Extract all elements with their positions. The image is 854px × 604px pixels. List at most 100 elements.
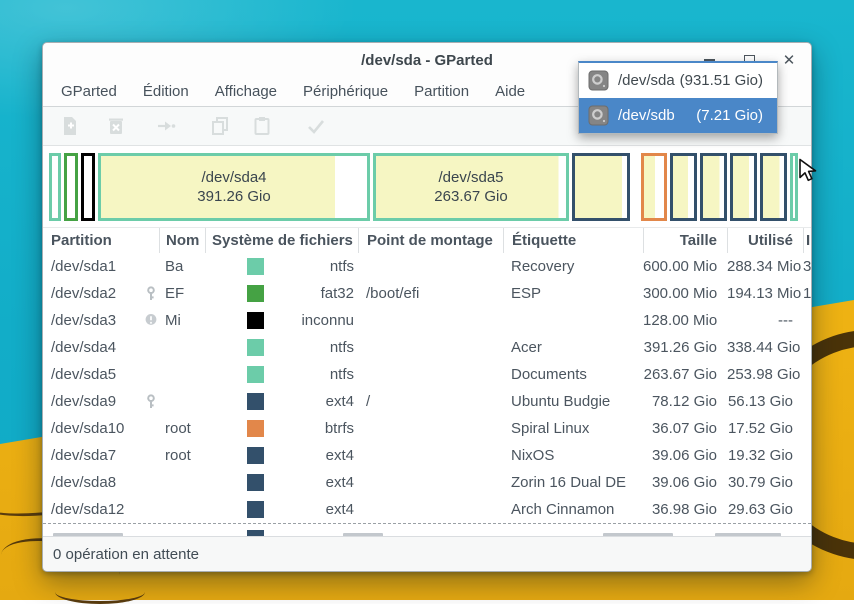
cell-nom: EF: [159, 285, 205, 302]
cell-nom: root: [159, 420, 205, 437]
cell-partition: /dev/sda3: [51, 312, 145, 329]
table-row-dev-sda4[interactable]: /dev/sda4ntfsAcer391.26 Gio338.44 Gio: [43, 334, 811, 361]
new-partition-button[interactable]: [59, 115, 81, 137]
table-header-row: PartitionNomSystème de fichiersPoint de …: [43, 228, 811, 253]
disk-segment[interactable]: [760, 153, 787, 221]
cell-filesystem: ntfs: [205, 258, 358, 275]
cell-partition: /dev/sda10: [51, 420, 159, 437]
device-option-dev-sdb[interactable]: /dev/sdb(7.21 Gio): [579, 98, 777, 133]
table-row-dev-sda9[interactable]: /dev/sda9ext4/Ubuntu Budgie78.12 Gio56.1…: [43, 388, 811, 415]
device-option-dev-sda[interactable]: /dev/sda(931.51 Gio): [579, 63, 777, 98]
hard-disk-icon: [588, 70, 609, 91]
cell-partition-wrap: /dev/sda2: [43, 285, 159, 302]
column-header-systeme-de-fichiers[interactable]: Système de fichiers: [205, 228, 358, 253]
close-button[interactable]: ✕: [781, 52, 797, 68]
cell-used: 17.52 Gio: [727, 420, 803, 437]
paste-button[interactable]: [251, 115, 273, 137]
filesystem-name: inconnu: [264, 312, 358, 329]
filesystem-name: ext4: [264, 447, 358, 464]
column-header-inutilise[interactable]: Inutilisé: [803, 228, 811, 253]
cell-used: 30.79 Gio: [727, 474, 803, 491]
trash-icon: [105, 124, 127, 141]
column-header-utilise[interactable]: Utilisé: [727, 228, 803, 253]
cell-used: 288.34 Mio: [727, 258, 803, 275]
partially-visible-row[interactable]: [43, 523, 811, 536]
cell-partition-wrap: /dev/sda1: [43, 258, 159, 275]
filesystem-color-swatch: [247, 474, 264, 491]
table-row-dev-sda2[interactable]: /dev/sda2EFfat32/boot/efiESP300.00 Mio19…: [43, 280, 811, 307]
filesystem-name: ext4: [264, 474, 358, 491]
cell-partition: /dev/sda5: [51, 366, 159, 383]
table-row-dev-sda10[interactable]: /dev/sda10rootbtrfsSpiral Linux36.07 Gio…: [43, 415, 811, 442]
cell-label: Recovery: [503, 258, 643, 275]
cell-mount-point: /boot/efi: [358, 285, 503, 302]
disk-graphic-bar: /dev/sda4391.26 Gio/dev/sda5263.67 Gio: [43, 146, 811, 228]
cell-size: 39.06 Gio: [643, 447, 727, 464]
filesystem-color-swatch: [247, 447, 264, 464]
cell-size: 263.67 Gio: [643, 366, 727, 383]
column-header-etiquette[interactable]: Étiquette: [503, 228, 643, 253]
cell-used: ---: [727, 312, 803, 329]
column-header-partition[interactable]: Partition: [43, 228, 159, 253]
filesystem-name: btrfs: [264, 420, 358, 437]
menu-item-peripherique[interactable]: Périphérique: [293, 80, 398, 103]
cell-partition: /dev/sda8: [51, 474, 159, 491]
column-header-nom[interactable]: Nom: [159, 228, 205, 253]
segment-size-label: 263.67 Gio: [376, 187, 566, 206]
table-row-dev-sda12[interactable]: /dev/sda12ext4Arch Cinnamon36.98 Gio29.6…: [43, 496, 811, 523]
disk-segment[interactable]: [64, 153, 78, 221]
disk-segment[interactable]: [730, 153, 757, 221]
filesystem-name: ntfs: [264, 258, 358, 275]
filesystem-color-swatch: [247, 312, 264, 329]
disk-segment[interactable]: [572, 153, 630, 221]
delete-partition-button[interactable]: [105, 115, 127, 137]
column-header-point-de-montage[interactable]: Point de montage: [358, 228, 503, 253]
cell-partition: /dev/sda12: [51, 501, 159, 518]
cell-size: 128.00 Mio: [643, 312, 727, 329]
cell-used: 194.13 Mio: [727, 285, 803, 302]
disk-segment[interactable]: [670, 153, 697, 221]
table-row-dev-sda3[interactable]: /dev/sda3Miinconnu128.00 Mio---: [43, 307, 811, 334]
menu-item-edition[interactable]: Édition: [133, 80, 199, 103]
menu-item-partition[interactable]: Partition: [404, 80, 479, 103]
cell-mount-point: /: [358, 393, 503, 410]
table-row-dev-sda8[interactable]: /dev/sda8ext4Zorin 16 Dual DE39.06 Gio30…: [43, 469, 811, 496]
table-row-dev-sda7[interactable]: /dev/sda7rootext4NixOS39.06 Gio19.32 Gio: [43, 442, 811, 469]
menu-item-affichage[interactable]: Affichage: [205, 80, 287, 103]
column-header-taille[interactable]: Taille: [643, 228, 727, 253]
disk-segment[interactable]: [700, 153, 727, 221]
cell-partition-wrap: /dev/sda7: [43, 447, 159, 464]
filesystem-color-swatch: [247, 420, 264, 437]
cell-partition-wrap: /dev/sda3: [43, 312, 159, 329]
copy-button[interactable]: [209, 115, 231, 137]
clipped-text: [53, 533, 123, 536]
table-row-dev-sda1[interactable]: /dev/sda1BantfsRecovery600.00 Mio288.34 …: [43, 253, 811, 280]
cell-partition: /dev/sda7: [51, 447, 159, 464]
menu-item-gparted[interactable]: GParted: [51, 80, 127, 103]
device-name: /dev/sda: [618, 72, 675, 89]
cell-nom: root: [159, 447, 205, 464]
disk-segment[interactable]: [641, 153, 667, 221]
disk-segment[interactable]: [81, 153, 95, 221]
segment-size-label: 391.26 Gio: [101, 187, 367, 206]
disk-segment-dev-sda5[interactable]: /dev/sda5263.67 Gio: [373, 153, 569, 221]
table-row-dev-sda5[interactable]: /dev/sda5ntfsDocuments263.67 Gio253.98 G…: [43, 361, 811, 388]
cell-label: Acer: [503, 339, 643, 356]
resize-move-button[interactable]: [155, 115, 177, 137]
status-bar: 0 opération en attente: [43, 536, 811, 571]
cell-label: NixOS: [503, 447, 643, 464]
check-icon: [305, 124, 327, 141]
cell-filesystem: inconnu: [205, 312, 358, 329]
cell-filesystem: ntfs: [205, 339, 358, 356]
filesystem-name: ntfs: [264, 366, 358, 383]
menu-item-aide[interactable]: Aide: [485, 80, 535, 103]
cell-partition-wrap: /dev/sda12: [43, 501, 159, 518]
disk-segment-dev-sda4[interactable]: /dev/sda4391.26 Gio: [98, 153, 370, 221]
cell-partition: /dev/sda9: [51, 393, 145, 410]
hard-disk-icon: [588, 105, 609, 126]
cell-partition: /dev/sda1: [51, 258, 159, 275]
disk-segment[interactable]: [49, 153, 61, 221]
partition-table: PartitionNomSystème de fichiersPoint de …: [43, 228, 811, 536]
cell-partition-wrap: /dev/sda8: [43, 474, 159, 491]
apply-button[interactable]: [305, 115, 327, 137]
